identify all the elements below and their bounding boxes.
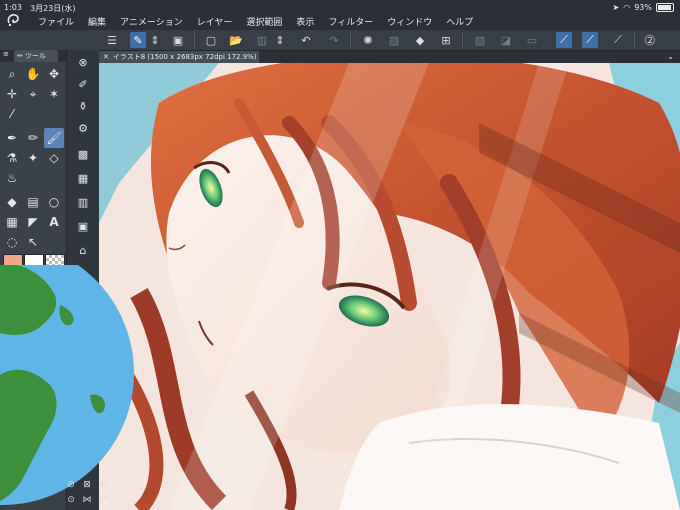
command-bar: ☰ ✎ ⇕ ▣ ▢ 📂 ▥ ⇕ ↶ ↷ ✺ ▨ ◆ ⊞ ▧ ◪ ▭ ⟋ ⟋ ⟋ …	[0, 30, 680, 51]
status-indicators: ➤ ◠ 93%	[613, 3, 674, 12]
tool-tab[interactable]: ✏ ツール	[14, 50, 58, 62]
menu-selection[interactable]: 選択範囲	[246, 15, 282, 28]
clear-icon[interactable]: ▨	[386, 32, 402, 48]
pen-tab-icon: ✏	[17, 52, 23, 60]
color-set-icon[interactable]: ▦	[73, 168, 93, 188]
blend-icon[interactable]: ♨	[2, 168, 22, 188]
film-icon[interactable]: ▥	[73, 192, 93, 212]
rotate-view-icon[interactable]: ⟲	[96, 478, 110, 492]
bottom-tool-icons: ⊘ ⊠ ⟲ ⊙ ⋈ ⤢	[64, 478, 114, 510]
mode-switch-chevron-icon[interactable]: ⇕	[150, 32, 160, 48]
hamburger-menu-icon[interactable]: ☰	[104, 32, 120, 48]
pencil-icon[interactable]: ✏	[23, 128, 43, 148]
frame-icon[interactable]: ▦	[2, 212, 22, 232]
snap-grid-icon[interactable]: ⟋	[610, 32, 626, 48]
snap-special-ruler-icon[interactable]: ⟋	[582, 32, 598, 48]
layer-properties-icon[interactable]: ⌂	[73, 240, 93, 260]
selection-wand-icon[interactable]: ✶	[44, 84, 64, 104]
zoom-icon[interactable]: ⌕	[2, 64, 22, 84]
top-bar: 1:03 3月23日(水) ➤ ◠ 93% ファイル 編集 アニメーション レイ…	[0, 0, 680, 30]
edit-mode-icon[interactable]: ✎	[130, 32, 146, 48]
menu-edit[interactable]: 編集	[88, 15, 106, 28]
hand-icon[interactable]: ✋	[23, 64, 43, 84]
eyedropper-icon[interactable]: ⁄	[2, 104, 22, 124]
snap-ruler-icon[interactable]: ⟋	[556, 32, 572, 48]
brush-subtool-icon[interactable]: ✐	[73, 74, 93, 94]
brush-icon[interactable]: 🖌	[44, 128, 64, 148]
flip-icon[interactable]: ⊠	[80, 478, 94, 492]
canvas[interactable]	[99, 63, 680, 510]
illustration	[99, 63, 680, 510]
globe-icon[interactable]	[0, 265, 136, 505]
menu-bar: ファイル 編集 アニメーション レイヤー 選択範囲 表示 フィルター ウィンドウ…	[38, 15, 473, 28]
figure-icon[interactable]: ○	[44, 192, 64, 212]
eraser-icon[interactable]: ◇	[44, 148, 64, 168]
gallery-icon[interactable]: ▣	[170, 32, 186, 48]
menu-view[interactable]: 表示	[296, 15, 314, 28]
menu-animation[interactable]: アニメーション	[120, 15, 183, 28]
redo-icon[interactable]: ↷	[326, 32, 342, 48]
reset-icon[interactable]: ⊘	[64, 478, 78, 492]
invert-selection-icon[interactable]: ◪	[498, 32, 514, 48]
rotate-icon[interactable]: ✥	[44, 64, 64, 84]
close-tab-icon[interactable]: ✕	[103, 53, 109, 61]
fill-layer-icon[interactable]: ◆	[412, 32, 428, 48]
fit-icon[interactable]: ⊙	[64, 493, 78, 507]
menu-layer[interactable]: レイヤー	[197, 15, 233, 28]
new-file-icon[interactable]: ▢	[203, 32, 219, 48]
open-folder-icon[interactable]: 📂	[228, 32, 244, 48]
battery-icon	[656, 3, 674, 12]
canvas-tab-title: イラスト8 (1500 x 2683px 72dpi 172.9%)	[112, 53, 257, 61]
mirror-icon[interactable]: ⋈	[80, 493, 94, 507]
app-logo-icon[interactable]	[6, 13, 22, 27]
menu-window[interactable]: ウィンドウ	[387, 15, 432, 28]
palette-menu-icon[interactable]: ≡	[3, 50, 9, 58]
help-icon[interactable]: ⓶	[642, 32, 658, 48]
tool-tab-label: ツール	[24, 52, 46, 60]
deselect-icon[interactable]: ▧	[472, 32, 488, 48]
battery-level-fill	[658, 5, 672, 10]
decoration-icon[interactable]: ✦	[23, 148, 43, 168]
balloon-icon[interactable]: ◌	[2, 232, 22, 252]
status-date: 3月23日(水)	[30, 4, 76, 13]
location-icon: ➤	[612, 3, 620, 12]
material-icon[interactable]: ▣	[73, 216, 93, 236]
settings-subtool-icon[interactable]: ⚙	[73, 118, 93, 138]
chevron-down-icon[interactable]: ⌄	[667, 52, 674, 61]
auto-select-icon[interactable]: ⌖	[23, 84, 43, 104]
canvas-tab-bar: ✕ イラスト8 (1500 x 2683px 72dpi 172.9%) ⌄	[99, 51, 680, 63]
zoom-view-icon[interactable]: ⊗	[73, 52, 93, 72]
battery-percent: 93%	[634, 3, 652, 12]
save-icon[interactable]: ▥	[254, 32, 270, 48]
expand-icon[interactable]: ⤢	[96, 493, 110, 507]
fill-subtool-icon[interactable]: ⚱	[73, 96, 93, 116]
ruler-icon[interactable]: ◤	[23, 212, 43, 232]
undo-icon[interactable]: ↶	[298, 32, 314, 48]
selection-border-icon[interactable]: ▭	[524, 32, 540, 48]
wifi-icon: ◠	[623, 3, 631, 12]
transform-icon[interactable]: ⊞	[438, 32, 454, 48]
airbrush-icon[interactable]: ⚗	[2, 148, 22, 168]
menu-file[interactable]: ファイル	[38, 15, 74, 28]
navigator-icon[interactable]: ▩	[73, 144, 93, 164]
status-time: 1:03	[4, 3, 22, 12]
text-icon[interactable]: A	[44, 212, 64, 232]
loading-icon[interactable]: ✺	[360, 32, 376, 48]
canvas-tab[interactable]: ✕ イラスト8 (1500 x 2683px 72dpi 172.9%)	[99, 51, 259, 63]
tool-palette-header: ≡ ✏ ツール	[0, 50, 66, 62]
menu-filter[interactable]: フィルター	[328, 15, 373, 28]
move-layer-icon[interactable]: ✛	[2, 84, 22, 104]
gradient-icon[interactable]: ▤	[23, 192, 43, 212]
correct-line-icon[interactable]: ↖	[23, 232, 43, 252]
menu-help[interactable]: ヘルプ	[446, 15, 473, 28]
fill-icon[interactable]: ◆	[2, 192, 22, 212]
pen-icon[interactable]: ✒	[2, 128, 22, 148]
save-chevron-icon[interactable]: ⇕	[275, 32, 285, 48]
